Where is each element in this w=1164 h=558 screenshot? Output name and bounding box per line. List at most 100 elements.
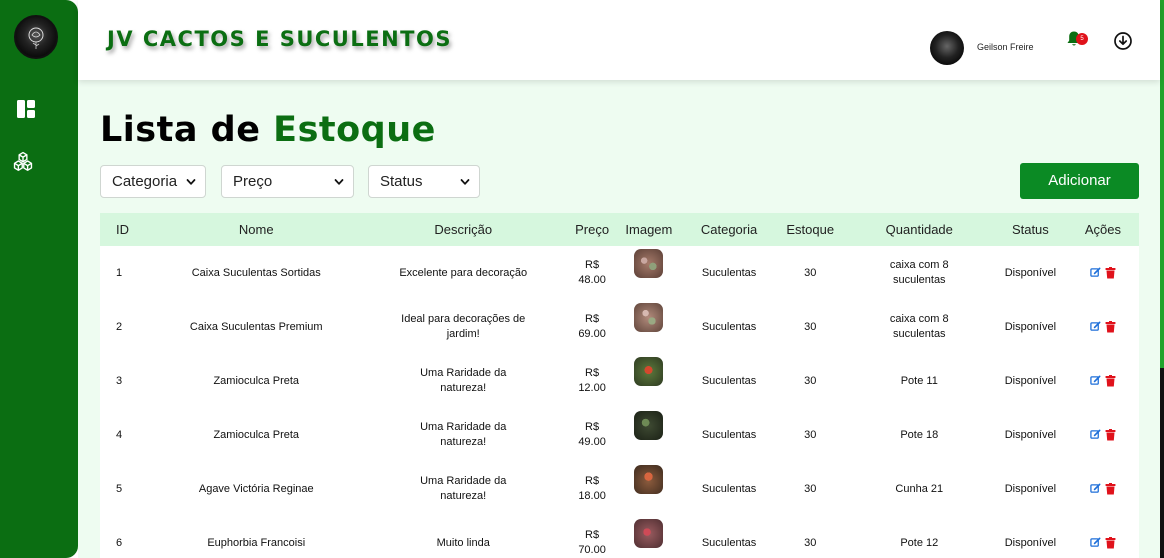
trash-icon[interactable] bbox=[1105, 374, 1116, 387]
cell-id: 1 bbox=[116, 266, 123, 279]
page-title-prefix: Lista de bbox=[100, 110, 261, 150]
download-circle-icon[interactable] bbox=[1113, 31, 1133, 51]
table-row: 1 Caixa Suculentas Sortidas Excelente para… bbox=[100, 246, 1139, 300]
price-value: 69.00 bbox=[578, 328, 606, 340]
cell-quantity: Cunha 21 bbox=[895, 482, 944, 495]
price-currency: R$ bbox=[585, 421, 600, 433]
cell-quantity: Pote 11 bbox=[900, 374, 938, 387]
cell-name: Zamioculca Preta bbox=[213, 374, 300, 387]
table-header-row: ID Nome Descrição Preço Imagem Categoria… bbox=[100, 213, 1139, 246]
logo[interactable] bbox=[14, 15, 58, 59]
brand-title: JV CACTOS E SUCULENTOS bbox=[107, 27, 452, 51]
price-filter-value: Preço bbox=[233, 173, 273, 190]
cell-actions bbox=[1067, 516, 1139, 558]
product-thumbnail[interactable] bbox=[634, 465, 664, 494]
product-thumbnail[interactable] bbox=[634, 357, 664, 386]
status-filter-select[interactable]: Status bbox=[368, 165, 480, 198]
edit-icon[interactable] bbox=[1090, 429, 1101, 440]
cell-stock: 30 bbox=[804, 536, 817, 549]
price-filter-select[interactable]: Preço bbox=[221, 165, 354, 198]
price-currency: R$ bbox=[585, 529, 600, 541]
column-header-status[interactable]: Status bbox=[994, 213, 1067, 246]
notification-badge: 5 bbox=[1076, 33, 1088, 45]
add-product-button[interactable]: Adicionar bbox=[1020, 163, 1139, 199]
cell-name: Euphorbia Francoisi bbox=[207, 536, 306, 549]
cell-category: Suculentas bbox=[701, 374, 757, 387]
notifications-button[interactable]: 5 bbox=[1065, 30, 1088, 52]
top-bar: JV CACTOS E SUCULENTOS Geilson Freire 5 bbox=[78, 0, 1160, 80]
edit-icon[interactable] bbox=[1090, 375, 1101, 386]
price-value: 18.00 bbox=[578, 490, 606, 502]
cell-quantity: caixa com 8 suculentas bbox=[889, 259, 949, 286]
column-header-name[interactable]: Nome bbox=[155, 213, 358, 246]
cell-name: Zamioculca Preta bbox=[213, 428, 300, 441]
price-currency: R$ bbox=[585, 367, 600, 379]
cell-id: 6 bbox=[116, 536, 123, 549]
cell-category: Suculentas bbox=[701, 536, 757, 549]
edit-icon[interactable] bbox=[1090, 267, 1101, 278]
edit-icon[interactable] bbox=[1090, 537, 1101, 548]
column-header-category[interactable]: Categoria bbox=[682, 213, 775, 246]
product-thumbnail[interactable] bbox=[634, 519, 664, 548]
trash-icon[interactable] bbox=[1105, 320, 1116, 333]
dashboard-icon[interactable] bbox=[16, 99, 36, 119]
cell-description: Uma Raridade da natureza! bbox=[420, 421, 507, 448]
trash-icon[interactable] bbox=[1105, 536, 1116, 549]
cell-price: R$ 69.00 bbox=[569, 300, 616, 354]
cell-quantity: caixa com 8 suculentas bbox=[889, 313, 949, 340]
table-row: 6 Euphorbia Francoisi Muito linda R$ 70.00 Su… bbox=[100, 516, 1139, 558]
column-header-stock[interactable]: Estoque bbox=[776, 213, 845, 246]
cell-id: 4 bbox=[116, 428, 123, 441]
cell-id: 2 bbox=[116, 320, 123, 333]
column-header-price[interactable]: Preço bbox=[569, 213, 616, 246]
page-title: Lista de Estoque bbox=[100, 110, 436, 150]
product-thumbnail[interactable] bbox=[634, 411, 664, 440]
cell-price: R$ 18.00 bbox=[569, 462, 616, 516]
trash-icon[interactable] bbox=[1105, 482, 1116, 495]
cell-image bbox=[615, 462, 682, 516]
price-value: 48.00 bbox=[578, 274, 606, 286]
column-header-quantity[interactable]: Quantidade bbox=[845, 213, 994, 246]
column-header-description[interactable]: Descrição bbox=[358, 213, 569, 246]
status-filter-value: Status bbox=[380, 173, 423, 190]
cell-image bbox=[615, 300, 682, 354]
price-value: 70.00 bbox=[578, 544, 606, 556]
category-filter-select[interactable]: Categoria bbox=[100, 165, 206, 198]
cell-category: Suculentas bbox=[701, 320, 757, 333]
product-thumbnail[interactable] bbox=[634, 249, 664, 278]
category-filter-value: Categoria bbox=[112, 173, 178, 190]
cell-status: Disponível bbox=[1004, 266, 1057, 279]
cell-category: Suculentas bbox=[701, 482, 757, 495]
cell-image bbox=[615, 516, 682, 558]
cell-status: Disponível bbox=[1004, 428, 1057, 441]
cell-actions bbox=[1067, 246, 1139, 300]
chevron-down-icon bbox=[186, 179, 196, 185]
cell-category: Suculentas bbox=[701, 266, 757, 279]
product-thumbnail[interactable] bbox=[634, 303, 664, 332]
cell-description: Muito linda bbox=[436, 536, 490, 549]
price-value: 49.00 bbox=[578, 436, 606, 448]
column-header-image[interactable]: Imagem bbox=[615, 213, 682, 246]
edit-icon[interactable] bbox=[1090, 483, 1101, 494]
cell-name: Caixa Suculentas Sortidas bbox=[191, 266, 321, 279]
trash-icon[interactable] bbox=[1105, 266, 1116, 279]
page-title-accent: Estoque bbox=[273, 110, 436, 150]
chevron-down-icon bbox=[334, 179, 344, 185]
column-header-id[interactable]: ID bbox=[100, 213, 155, 246]
table-row: 3 Zamioculca Preta Uma Raridade da naturez… bbox=[100, 354, 1139, 408]
edit-icon[interactable] bbox=[1090, 321, 1101, 332]
cell-image bbox=[615, 354, 682, 408]
cell-quantity: Pote 18 bbox=[900, 428, 939, 441]
trash-icon[interactable] bbox=[1105, 428, 1116, 441]
cubes-icon[interactable] bbox=[13, 151, 33, 171]
table-row: 4 Zamioculca Preta Uma Raridade da naturez… bbox=[100, 408, 1139, 462]
cell-stock: 30 bbox=[804, 374, 817, 387]
user-name[interactable]: Geilson Freire bbox=[977, 42, 1034, 52]
price-currency: R$ bbox=[585, 313, 600, 325]
cell-image bbox=[615, 408, 682, 462]
cell-image bbox=[615, 246, 682, 300]
cell-actions bbox=[1067, 408, 1139, 462]
cell-price: R$ 49.00 bbox=[569, 408, 616, 462]
user-avatar[interactable] bbox=[930, 31, 964, 65]
price-currency: R$ bbox=[585, 475, 600, 487]
